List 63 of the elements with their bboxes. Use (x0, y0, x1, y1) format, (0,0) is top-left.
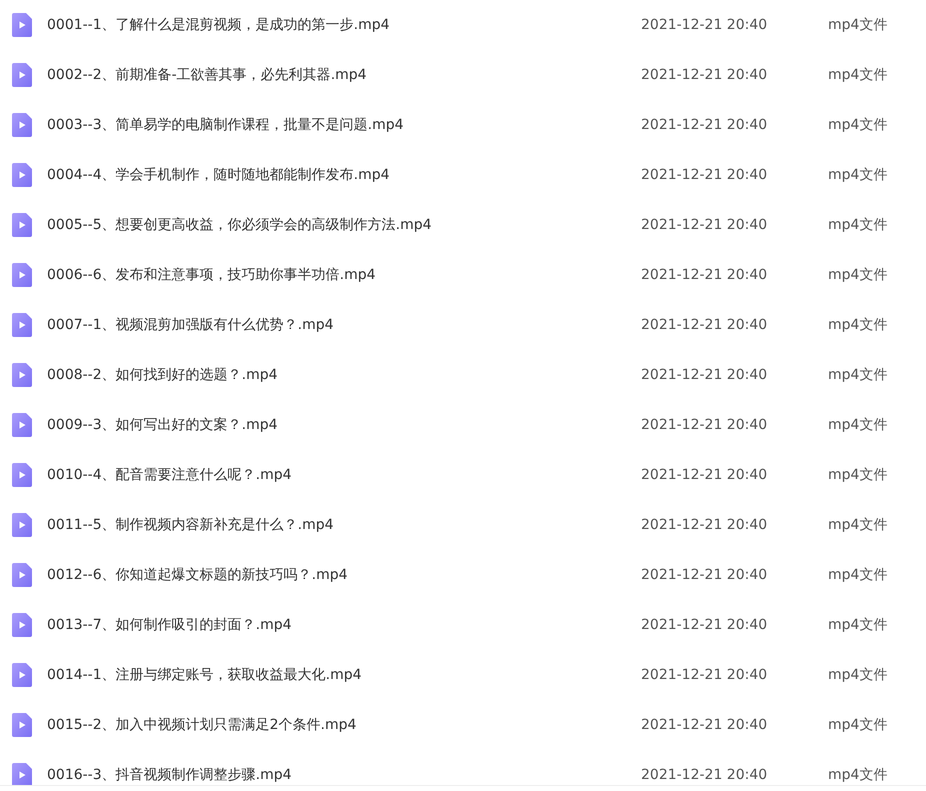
file-name[interactable]: 0005--5、想要创更高收益，你必须学会的高级制作方法.mp4 (47, 216, 641, 234)
modified-date: 2021-12-21 20:40 (641, 167, 768, 183)
video-file-icon (12, 513, 32, 537)
file-name[interactable]: 0010--4、配音需要注意什么呢？.mp4 (47, 466, 641, 484)
file-type: mp4文件 (828, 716, 888, 734)
modified-date: 2021-12-21 20:40 (641, 317, 768, 333)
video-file-icon (12, 663, 32, 687)
modified-date: 2021-12-21 20:40 (641, 467, 768, 483)
file-name[interactable]: 0003--3、简单易学的电脑制作课程，批量不是问题.mp4 (47, 116, 641, 134)
file-type: mp4文件 (828, 666, 888, 684)
video-file-icon (12, 163, 32, 187)
modified-date: 2021-12-21 20:40 (641, 17, 768, 33)
video-file-icon (12, 413, 32, 437)
file-name[interactable]: 0012--6、你知道起爆文标题的新技巧吗？.mp4 (47, 566, 641, 584)
video-file-icon (12, 263, 32, 287)
file-name[interactable]: 0008--2、如何找到好的选题？.mp4 (47, 366, 641, 384)
file-type: mp4文件 (828, 416, 888, 434)
modified-date: 2021-12-21 20:40 (641, 767, 768, 783)
video-file-icon (12, 213, 32, 237)
file-type: mp4文件 (828, 366, 888, 384)
file-name[interactable]: 0006--6、发布和注意事项，技巧助你事半功倍.mp4 (47, 266, 641, 284)
file-name[interactable]: 0011--5、制作视频内容新补充是什么？.mp4 (47, 516, 641, 534)
modified-date: 2021-12-21 20:40 (641, 417, 768, 433)
modified-date: 2021-12-21 20:40 (641, 67, 768, 83)
modified-date: 2021-12-21 20:40 (641, 667, 768, 683)
video-file-icon (12, 313, 32, 337)
modified-date: 2021-12-21 20:40 (641, 567, 768, 583)
file-type: mp4文件 (828, 116, 888, 134)
modified-date: 2021-12-21 20:40 (641, 617, 768, 633)
file-name[interactable]: 0001--1、了解什么是混剪视频，是成功的第一步.mp4 (47, 16, 641, 34)
file-name[interactable]: 0015--2、加入中视频计划只需满足2个条件.mp4 (47, 716, 641, 734)
file-name[interactable]: 0014--1、注册与绑定账号，获取收益最大化.mp4 (47, 666, 641, 684)
video-file-icon (12, 563, 32, 587)
modified-date: 2021-12-21 20:40 (641, 217, 768, 233)
file-type: mp4文件 (828, 216, 888, 234)
file-type: mp4文件 (828, 316, 888, 334)
file-type: mp4文件 (828, 516, 888, 534)
file-name[interactable]: 0004--4、学会手机制作，随时随地都能制作发布.mp4 (47, 166, 641, 184)
video-file-icon (12, 463, 32, 487)
file-type: mp4文件 (828, 66, 888, 84)
file-name[interactable]: 0002--2、前期准备-工欲善其事，必先利其器.mp4 (47, 66, 641, 84)
file-name[interactable]: 0007--1、视频混剪加强版有什么优势？.mp4 (47, 316, 641, 334)
file-type: mp4文件 (828, 466, 888, 484)
file-type: mp4文件 (828, 766, 888, 784)
file-type: mp4文件 (828, 616, 888, 634)
modified-date: 2021-12-21 20:40 (641, 517, 768, 533)
modified-date: 2021-12-21 20:40 (641, 117, 768, 133)
file-name[interactable]: 0016--3、抖音视频制作调整步骤.mp4 (47, 766, 641, 784)
video-file-icon (12, 363, 32, 387)
video-file-icon (12, 613, 32, 637)
modified-date: 2021-12-21 20:40 (641, 367, 768, 383)
video-file-icon (12, 113, 32, 137)
file-type: mp4文件 (828, 16, 888, 34)
file-name[interactable]: 0009--3、如何写出好的文案？.mp4 (47, 416, 641, 434)
file-type: mp4文件 (828, 266, 888, 284)
modified-date: 2021-12-21 20:40 (641, 267, 768, 283)
file-type: mp4文件 (828, 566, 888, 584)
file-name[interactable]: 0013--7、如何制作吸引的封面？.mp4 (47, 616, 641, 634)
video-file-icon (12, 63, 32, 87)
video-file-icon (12, 13, 32, 37)
file-type: mp4文件 (828, 166, 888, 184)
modified-date: 2021-12-21 20:40 (641, 717, 768, 733)
video-file-icon (12, 713, 32, 737)
